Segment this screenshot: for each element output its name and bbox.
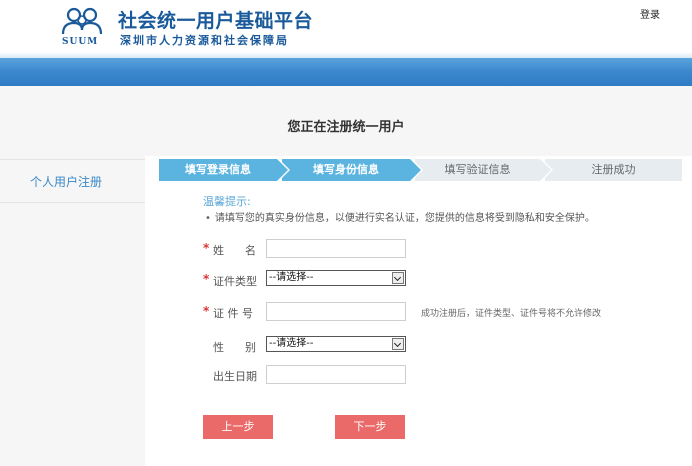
tip-text-body: 请填写您的真实身份信息，以便进行实名认证，您提供的信息将受到隐私和安全保护。 <box>214 213 595 224</box>
step-label: 填写验证信息 <box>444 163 511 176</box>
next-button[interactable]: 下一步 <box>335 415 405 439</box>
name-input[interactable] <box>266 239 406 258</box>
tip-text: • 请填写您的真实身份信息，以便进行实名认证，您提供的信息将受到隐私和安全保护。 <box>205 213 595 224</box>
id-type-row: * 证件类型 --请选择-- <box>145 270 692 290</box>
logo: SUUM <box>60 6 108 48</box>
gender-selected: --请选择-- <box>269 338 314 349</box>
prev-button[interactable]: 上一步 <box>203 415 273 439</box>
registration-form-panel: 填写登录信息 填写身份信息 填写验证信息 注册成功 温馨提示: • 请填写您的真实… <box>145 156 692 466</box>
birth-date-input[interactable] <box>266 365 406 384</box>
page-title: 您正在注册统一用户 <box>287 120 405 135</box>
id-number-row: * 证 件 号 成功注册后，证件类型、证件号将不允许修改 <box>145 302 692 322</box>
id-number-label: 证 件 号 <box>213 307 253 320</box>
button-row: 上一步 下一步 <box>145 415 692 439</box>
id-number-note: 成功注册后，证件类型、证件号将不允许修改 <box>421 309 602 319</box>
people-logo-icon <box>61 7 103 35</box>
required-star: * <box>203 272 210 286</box>
blue-banner <box>0 58 692 86</box>
id-number-input[interactable] <box>266 302 406 321</box>
logo-text: SUUM <box>62 37 99 47</box>
sidebar-item-personal-registration[interactable]: 个人用户注册 <box>30 173 102 190</box>
step-1: 填写登录信息 <box>159 159 290 181</box>
birth-date-label: 出生日期 <box>213 370 257 383</box>
tip-title: 温馨提示: <box>203 195 251 208</box>
chevron-down-icon[interactable] <box>392 272 404 284</box>
sidebar: 个人用户注册 <box>0 159 145 203</box>
gender-label: 性 别 <box>213 341 256 354</box>
gender-row: 性 别 --请选择-- <box>145 336 692 356</box>
step-label: 填写身份信息 <box>313 163 379 176</box>
brand-title: 社会统一用户基础平台 <box>118 10 314 32</box>
required-star: * <box>203 304 210 318</box>
id-type-label: 证件类型 <box>213 275 257 288</box>
step-4: 注册成功 <box>545 159 682 181</box>
gender-select[interactable]: --请选择-- <box>266 336 406 352</box>
name-row: * 姓 名 <box>145 239 692 259</box>
birth-date-row: 出生日期 <box>145 365 692 385</box>
required-star: * <box>203 241 210 255</box>
step-label: 填写登录信息 <box>185 163 251 176</box>
main-area: 您正在注册统一用户 个人用户注册 填写登录信息 填写身份信息 填写验证信息 注册… <box>0 86 692 466</box>
id-type-select[interactable]: --请选择-- <box>266 270 406 286</box>
step-progress: 填写登录信息 填写身份信息 填写验证信息 注册成功 <box>159 159 682 181</box>
chevron-down-icon[interactable] <box>392 338 404 350</box>
step-label: 注册成功 <box>591 163 636 176</box>
step-3: 填写验证信息 <box>415 159 553 181</box>
id-type-selected: --请选择-- <box>269 272 314 283</box>
step-2: 填写身份信息 <box>282 159 423 181</box>
brand-subtitle: 深圳市人力资源和社会保障局 <box>120 34 289 47</box>
header: SUUM 社会统一用户基础平台 深圳市人力资源和社会保障局 登录 <box>0 0 692 52</box>
name-label: 姓 名 <box>213 244 256 257</box>
login-link[interactable]: 登录 <box>640 6 660 21</box>
